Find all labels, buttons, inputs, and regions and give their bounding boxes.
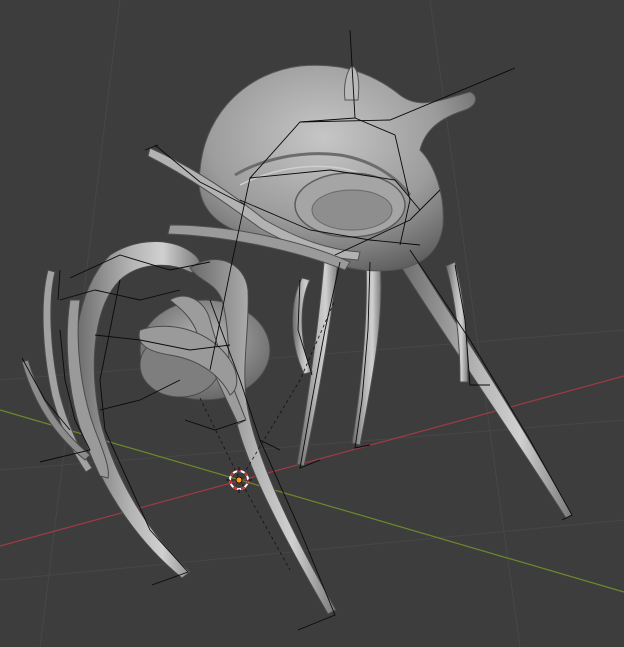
- leg-back-mid-1: [351, 259, 382, 446]
- viewport-canvas[interactable]: [0, 0, 624, 647]
- leg-back-right: [397, 249, 573, 519]
- creature-mesh[interactable]: [21, 64, 573, 615]
- object-origin-icon[interactable]: [235, 476, 243, 484]
- leg-front-left-outer: [74, 241, 201, 579]
- eye-bulge-inner: [311, 189, 393, 231]
- 3d-viewport[interactable]: [0, 0, 624, 647]
